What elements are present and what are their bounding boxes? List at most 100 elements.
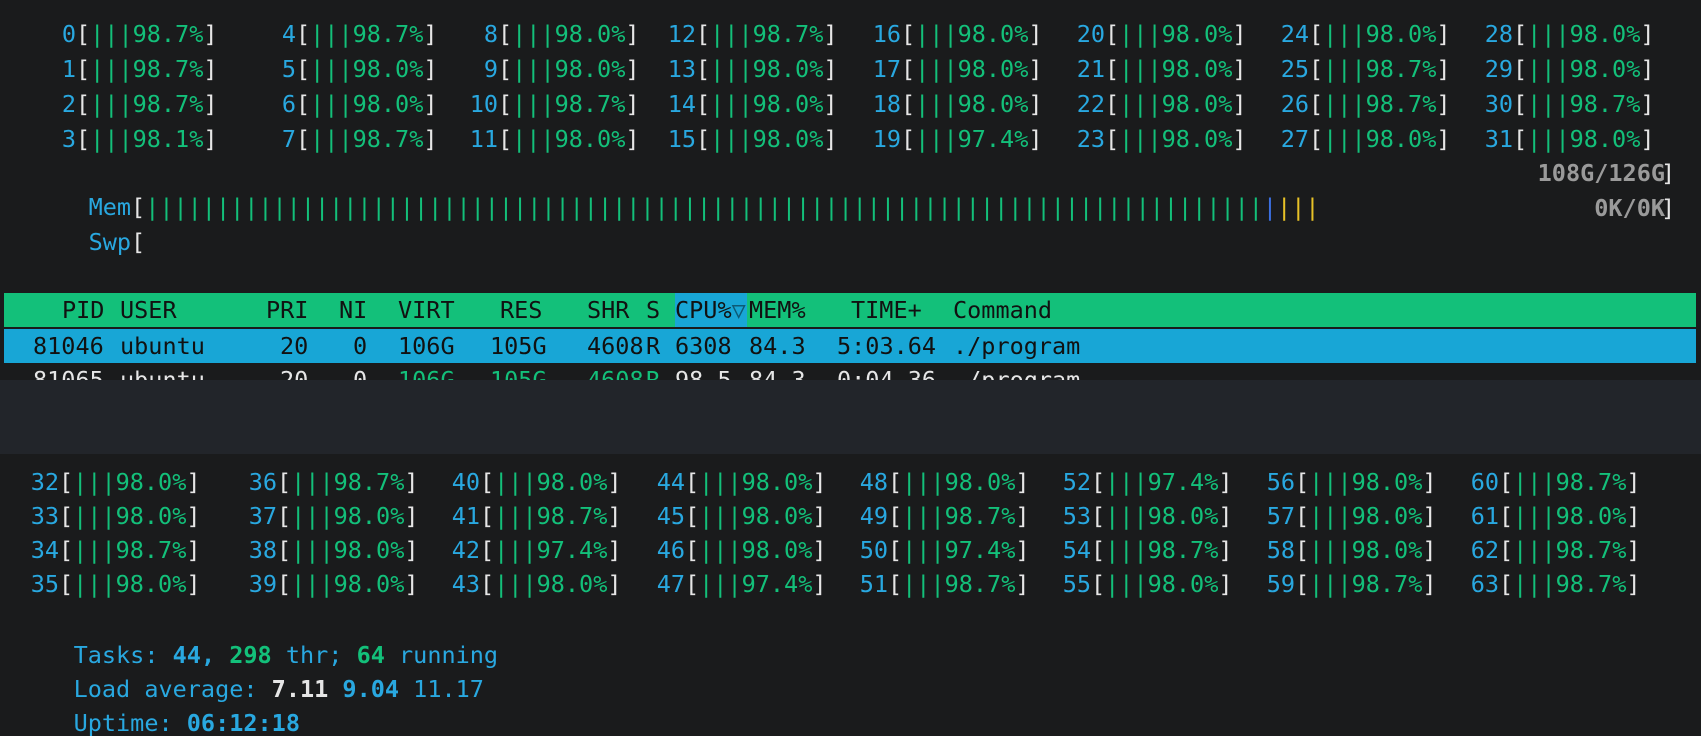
cpu-percent: 98.0% — [333, 536, 405, 564]
cpu-usage-bar: ||| — [1527, 55, 1570, 83]
cpu-id: 22 — [1076, 90, 1105, 118]
cpu-percent: 98.0% — [1161, 90, 1233, 118]
cpu-percent: 98.0% — [333, 502, 405, 530]
cpu-id: 49 — [859, 502, 888, 530]
htop-bottom-panel: 32[|||98.0%] 33[|||98.0%] 34[|||98.7%] 35[|… — [0, 454, 1701, 736]
cpu-id: 58 — [1266, 536, 1295, 564]
cpu-meter-37: 37[|||98.0%] — [235, 499, 419, 533]
cpu-percent: 98.0% — [115, 570, 187, 598]
cpu-usage-bar: ||| — [90, 20, 133, 48]
col-pri[interactable]: PRI — [266, 293, 308, 327]
cpu-meter-6: 6[|||98.0%] — [266, 87, 438, 121]
cpu-meter-11: 11[|||98.0%] — [468, 122, 640, 156]
cpu-usage-bar: ||| — [291, 570, 334, 598]
cpu-id: 3 — [61, 125, 76, 153]
col-cpu-sorted[interactable]: CPU%▽ — [675, 293, 747, 327]
cpu-id: 56 — [1266, 468, 1295, 496]
cpu-id: 63 — [1470, 570, 1499, 598]
col-ni[interactable]: NI — [339, 293, 367, 327]
cpu-percent: 98.7% — [352, 20, 424, 48]
col-shr[interactable]: SHR — [587, 293, 629, 327]
process-table-header[interactable]: PID USER PRI NI VIRT RES SHR S CPU%▽ MEM… — [4, 293, 1696, 327]
cpu-usage-bar: ||| — [1527, 125, 1570, 153]
cpu-usage-bar: ||| — [1527, 90, 1570, 118]
cpu-meter-25: 25[|||98.7%] — [1279, 52, 1451, 86]
cpu-meter-36: 36[|||98.7%] — [235, 465, 419, 499]
cpu-meter-24: 24[|||98.0%] — [1279, 17, 1451, 51]
cpu-percent: 98.7% — [352, 125, 424, 153]
cpu-usage-bar: ||| — [1513, 570, 1556, 598]
uptime-line: Uptime: 06:12:18 — [73, 709, 300, 736]
cpu-meter-29: 29[|||98.0%] — [1483, 52, 1655, 86]
cpu-percent: 98.0% — [1147, 502, 1219, 530]
cpu-usage-bar: ||| — [699, 536, 742, 564]
cpu-percent: 98.7% — [752, 20, 824, 48]
cpu-meter-42: 42[|||97.4%] — [438, 533, 622, 567]
cpu-meter-55: 55[|||98.0%] — [1049, 567, 1233, 601]
cpu-usage-bar: ||| — [710, 20, 753, 48]
cpu-usage-bar: ||| — [310, 125, 353, 153]
cpu-percent: 98.0% — [1555, 502, 1627, 530]
cpu-usage-bar: ||| — [1119, 55, 1162, 83]
col-user[interactable]: USER — [120, 293, 177, 327]
cpu-id: 0 — [61, 20, 76, 48]
cpu-percent: 98.0% — [1351, 502, 1423, 530]
cpu-id: 6 — [281, 90, 296, 118]
cpu-id: 16 — [872, 20, 901, 48]
cpu-id: 45 — [656, 502, 685, 530]
cpu-id: 48 — [859, 468, 888, 496]
cpu-meter-16: 16[|||98.0%] — [871, 17, 1043, 51]
cpu-usage-bar: ||| — [710, 90, 753, 118]
cpu-usage-bar: ||| — [710, 55, 753, 83]
cpu-usage-bar: ||| — [1119, 20, 1162, 48]
cpu-percent: 98.1% — [132, 125, 204, 153]
cpu-usage-bar: ||| — [710, 125, 753, 153]
cpu-meter-53: 53[|||98.0%] — [1049, 499, 1233, 533]
cpu-usage-bar: ||| — [915, 125, 958, 153]
cpu-percent: 98.7% — [132, 55, 204, 83]
cpu-percent: 98.0% — [536, 570, 608, 598]
cpu-id: 31 — [1484, 125, 1513, 153]
memory-bar: ||||||||||||||||||||||||||||||||||||||||… — [145, 193, 1320, 221]
col-pid[interactable]: PID — [62, 293, 104, 327]
cpu-id: 20 — [1076, 20, 1105, 48]
cpu-id: 59 — [1266, 570, 1295, 598]
cpu-percent: 98.0% — [352, 55, 424, 83]
cpu-meter-9: 9[|||98.0%] — [468, 52, 640, 86]
cpu-meter-5: 5[|||98.0%] — [266, 52, 438, 86]
cpu-usage-bar: ||| — [915, 90, 958, 118]
col-command[interactable]: Command — [953, 293, 1052, 327]
cpu-usage-bar: ||| — [310, 90, 353, 118]
cpu-percent: 98.0% — [957, 55, 1029, 83]
tasks-line: Tasks: 44, 298 thr; 64 running — [73, 641, 499, 669]
cpu-meter-46: 46[|||98.0%] — [643, 533, 827, 567]
cpu-percent: 98.0% — [1351, 468, 1423, 496]
cpu-percent: 98.7% — [1555, 468, 1627, 496]
cpu-percent: 98.0% — [1569, 125, 1641, 153]
cpu-usage-bar: ||| — [1323, 125, 1366, 153]
cpu-id: 17 — [872, 55, 901, 83]
col-res[interactable]: RES — [500, 293, 542, 327]
cpu-usage-bar: ||| — [494, 502, 537, 530]
cpu-percent: 98.0% — [1161, 125, 1233, 153]
cpu-id: 8 — [483, 20, 498, 48]
cpu-percent: 98.0% — [741, 468, 813, 496]
cpu-meter-18: 18[|||98.0%] — [871, 87, 1043, 121]
memory-meter: Mem[||||||||||||||||||||||||||||||||||||… — [88, 193, 1320, 221]
cpu-usage-bar: ||| — [1309, 570, 1352, 598]
cpu-percent: 98.0% — [957, 90, 1029, 118]
col-virt[interactable]: VIRT — [398, 293, 455, 327]
col-time[interactable]: TIME+ — [851, 293, 922, 327]
table-row[interactable]: 81065 ubuntu 20 0 106G 105G 4608 R 98.5 … — [4, 363, 1696, 380]
col-mem[interactable]: MEM% — [749, 293, 806, 327]
cpu-meter-2: 2[|||98.7%] — [46, 87, 218, 121]
cpu-meter-47: 47[|||97.4%] — [643, 567, 827, 601]
cpu-id: 53 — [1062, 502, 1091, 530]
table-row-selected[interactable]: 81046 ubuntu 20 0 106G 105G 4608 R 6308 … — [4, 329, 1696, 363]
cpu-percent: 98.0% — [741, 502, 813, 530]
uptime-value: 06:12:18 — [186, 709, 300, 736]
cpu-meter-48: 48[|||98.0%] — [846, 465, 1030, 499]
cpu-usage-bar: ||| — [1309, 502, 1352, 530]
cpu-percent: 98.0% — [741, 536, 813, 564]
col-state[interactable]: S — [646, 293, 660, 327]
